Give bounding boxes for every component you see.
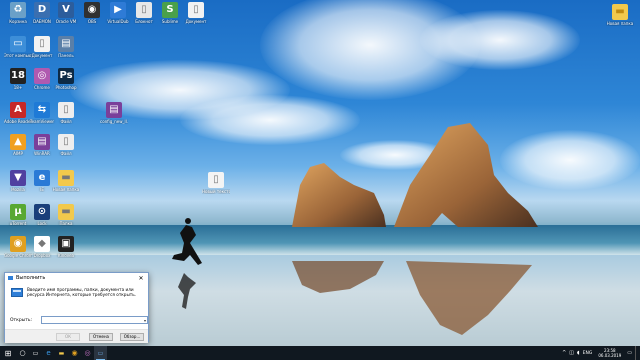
ok-button[interactable]: ОК (56, 333, 80, 341)
desktop-icon[interactable]: ▬ Новая папка (52, 170, 80, 192)
tray-chevron-icon[interactable]: ^ (562, 350, 566, 356)
age-icon: 18 (10, 68, 26, 84)
desktop-icon[interactable]: ▶ VirtualDub (104, 2, 132, 24)
desktop-icon-label: VirtualDub (107, 19, 129, 24)
file-icon: ▯ (58, 134, 74, 150)
desktop: ♻ Корзина D DAEMON V Oracle VM ◉ OBS ▶ VirtualDub… (0, 0, 640, 346)
recycle-bin-icon: ♻ (10, 2, 26, 18)
volume-icon[interactable]: ◖ (577, 350, 580, 356)
run-description: Введите имя программы, папки, документа … (27, 287, 136, 298)
desktop-icon[interactable]: ▣ Kinovea (52, 236, 80, 258)
virtualbox-icon: V (58, 2, 74, 18)
language-indicator[interactable]: ENG (583, 351, 593, 356)
file-icon: ▯ (58, 102, 74, 118)
notification-icon[interactable]: ▭ (627, 350, 632, 356)
winrar-archive-icon: ▤ (106, 102, 122, 118)
clock[interactable]: 23:58 06.03.2019 (595, 348, 624, 358)
text-file-icon: ▯ (208, 172, 224, 188)
taskbar-app-explorer[interactable]: ▬ (55, 346, 68, 360)
ie-icon: e (34, 170, 50, 186)
desktop-icon-label: Документ (185, 19, 207, 24)
teamviewer-icon: ⇆ (34, 102, 50, 118)
clock-date: 06.03.2019 (598, 353, 622, 358)
desktop-icon-folder-right[interactable]: ▬ Новая папка (606, 4, 634, 26)
desktop-icon-label: Панель (58, 53, 74, 58)
cancel-button[interactable]: Отмена (89, 333, 113, 341)
lock-icon: ⊙ (34, 204, 50, 220)
vdub-icon: ▶ (110, 2, 126, 18)
utorrent-icon: µ (10, 204, 26, 220)
show-desktop-button[interactable] (635, 346, 637, 360)
taskbar-app-other[interactable]: ◎ (81, 346, 94, 360)
desktop-icon-label: Новая папка (52, 187, 80, 192)
acrobat-icon: A (10, 102, 26, 118)
desktop-icon[interactable]: Ps Photoshop (52, 68, 80, 90)
desktop-icon[interactable]: V Oracle VM (52, 2, 80, 24)
daemon-tools-icon: D (34, 2, 50, 18)
desktop-icon-text-file[interactable]: ▯ Новый текстовый... (202, 172, 230, 194)
folder-icon: ▬ (612, 4, 628, 20)
folder-icon: ▬ (58, 204, 74, 220)
browse-button[interactable]: Обзор... (120, 333, 144, 341)
desktop-icon[interactable]: ◉ OBS (78, 2, 106, 24)
cloud (420, 10, 580, 70)
desktop-icon-label: Sublime (161, 19, 179, 24)
chevron-down-icon[interactable]: ▾ (144, 318, 146, 323)
taskbar-app-run[interactable]: ▭ (94, 346, 107, 360)
runner-silhouette (172, 218, 202, 309)
rock-formations (292, 123, 538, 335)
file-icon: S (162, 2, 178, 18)
doc-icon: ▯ (34, 36, 50, 52)
run-open-label: Открыть: (10, 318, 33, 323)
app-icon: ▼ (10, 170, 26, 186)
control-panel-icon: ▤ (58, 36, 74, 52)
network-icon[interactable]: ◫ (569, 350, 574, 356)
desktop-icon-label: Oracle VM (55, 19, 77, 24)
desktop-icon[interactable]: S Sublime (156, 2, 184, 24)
winrar-icon: ▤ (34, 134, 50, 150)
notepad-icon: ▯ (136, 2, 152, 18)
desktop-icon[interactable]: ▬ Папка (52, 204, 80, 226)
desktop-icon-label: Файл (60, 119, 72, 124)
close-icon[interactable]: ✕ (137, 275, 145, 282)
taskbar-app-chrome[interactable]: ◉ (68, 346, 81, 360)
photoshop-icon: Ps (58, 68, 74, 84)
desktop-icon[interactable]: ▤ Панель (52, 36, 80, 58)
run-dialog-titlebar[interactable]: Выполнить ✕ (5, 273, 148, 283)
run-open-input[interactable]: ▾ (41, 316, 148, 324)
desktop-icon[interactable]: ▯ Файл (52, 134, 80, 156)
desktop-icon-label: Блокнот (135, 19, 153, 24)
run-dialog-footer: ОК Отмена Обзор... (5, 329, 148, 343)
desktop-icon-label: Kinovea (58, 253, 74, 258)
chrome-icon: ◉ (10, 236, 26, 252)
aimp-icon: ▲ (10, 134, 26, 150)
desktop-icon-label: Папка (59, 221, 73, 226)
folder-icon: ▬ (58, 170, 74, 186)
desktop-icon-label: Файл (60, 151, 72, 156)
chrome-alt-icon: ◎ (34, 68, 50, 84)
task-view-icon[interactable]: ▭ (29, 346, 42, 360)
desktop-icon[interactable]: ▯ Документ (182, 2, 210, 24)
desktop-icon-label: Photoshop (55, 85, 77, 90)
run-dialog: Выполнить ✕ Введите имя программы, папки… (4, 272, 149, 343)
obs-icon: ◉ (84, 2, 100, 18)
start-button[interactable]: ⊞ (0, 346, 16, 360)
video-icon: ▣ (58, 236, 74, 252)
doc-icon: ▯ (188, 2, 204, 18)
taskbar-app-edge[interactable]: e (42, 346, 55, 360)
desktop-icon-winrar-archive[interactable]: ▤ config_new_ll... (100, 102, 128, 124)
desktop-icon[interactable]: ▯ Блокнот (130, 2, 158, 24)
desktop-icon-label: OBS (87, 19, 97, 24)
run-dialog-title: Выполнить (16, 275, 46, 281)
run-dialog-body: Введите имя программы, папки, документа … (5, 283, 148, 343)
this-pc-icon: ▭ (10, 36, 26, 52)
taskbar: ⊞ ○ ▭ e ▬ ◉ ◎ ▭ ^ ◫ ◖ ENG 23:58 06.03.20… (0, 346, 640, 360)
run-app-icon (11, 288, 23, 297)
dropbox-icon: ◆ (34, 236, 50, 252)
system-tray: ^ ◫ ◖ ENG 23:58 06.03.2019 ▭ (562, 346, 640, 360)
search-icon[interactable]: ○ (16, 346, 29, 360)
desktop-icon[interactable]: ▯ Файл (52, 102, 80, 124)
run-title-icon (8, 276, 13, 280)
